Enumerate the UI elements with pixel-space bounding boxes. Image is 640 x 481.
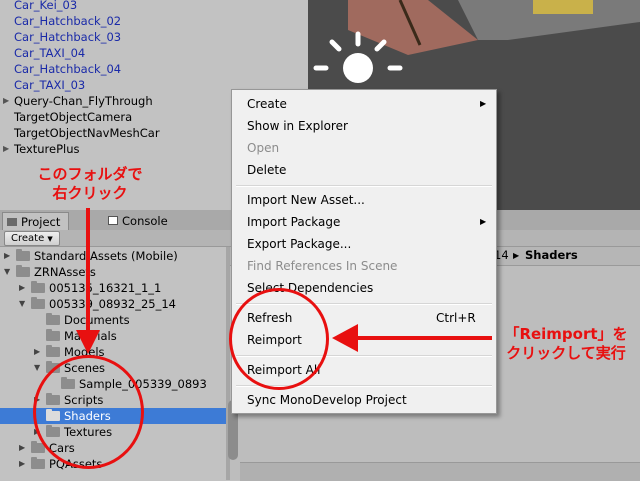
hierarchy-item[interactable]: TargetObjectNavMeshCar: [14, 125, 160, 141]
annotation-line: クリックして実行: [506, 344, 626, 362]
folder-icon: [7, 218, 17, 226]
hierarchy-item[interactable]: TargetObjectCamera: [14, 109, 132, 125]
breadcrumb-current[interactable]: Shaders: [525, 248, 578, 262]
breadcrumb-separator-icon: ▶: [513, 251, 520, 260]
menu-item-export-package[interactable]: Export Package...: [247, 234, 351, 254]
folder-icon: [46, 345, 60, 357]
folder-icon: [31, 281, 45, 293]
annotation-line: このフォルダで: [37, 165, 143, 183]
menu-item-delete[interactable]: Delete: [247, 160, 286, 180]
tab-console-label: Console: [122, 214, 168, 228]
menu-item-find-references: Find References In Scene: [247, 259, 398, 273]
menu-item-show-in-explorer[interactable]: Show in Explorer: [247, 116, 348, 136]
tree-row[interactable]: ▼ ZRNAssets: [0, 264, 226, 280]
expand-arrow-icon[interactable]: ▶: [19, 440, 25, 456]
tree-row[interactable]: ▶ Models: [0, 344, 226, 360]
refresh-shortcut: Ctrl+R: [436, 311, 476, 325]
annotation-reimport-note: 「Reimport」を クリックして実行: [494, 325, 638, 363]
expand-arrow-icon[interactable]: ▶: [34, 344, 40, 360]
folder-icon: [31, 457, 45, 469]
car-shape: [533, 0, 593, 14]
tree-row[interactable]: ▼ 005339_08932_25_14: [0, 296, 226, 312]
annotation-right-click-note: このフォルダで 右クリック: [22, 165, 158, 203]
hierarchy-item[interactable]: Car_Hatchback_03: [14, 29, 121, 45]
menu-item-import-new-asset[interactable]: Import New Asset...: [247, 190, 365, 210]
tab-project-label: Project: [21, 215, 61, 229]
menu-separator: [236, 185, 492, 187]
bottom-status-bar: [240, 462, 640, 481]
tree-row[interactable]: ▶ 005135_16321_1_1: [0, 280, 226, 296]
menu-item-open: Open: [247, 141, 280, 155]
tab-console[interactable]: Console: [104, 212, 176, 230]
tree-row-label: 005339_08932_25_14: [49, 297, 176, 311]
tree-row[interactable]: Materials: [0, 328, 226, 344]
tree-row-label: Standard Assets (Mobile): [34, 249, 178, 263]
folder-icon: [46, 329, 60, 341]
expand-arrow-icon[interactable]: ▶: [19, 280, 25, 296]
folder-icon: [16, 249, 30, 261]
create-button-label: Create: [11, 233, 45, 244]
hierarchy-item[interactable]: Car_TAXI_03: [14, 77, 85, 93]
submenu-arrow-icon: ▶: [480, 217, 487, 226]
tree-row[interactable]: Documents: [0, 312, 226, 328]
annotation-line: 「Reimport」を: [504, 325, 628, 343]
tree-row-label: ZRNAssets: [34, 265, 96, 279]
hierarchy-item[interactable]: Car_TAXI_04: [14, 45, 85, 61]
folder-icon: [46, 313, 60, 325]
expand-arrow-icon[interactable]: ▶: [3, 141, 9, 157]
tree-row[interactable]: ▶ Standard Assets (Mobile): [0, 248, 226, 264]
collapse-arrow-icon[interactable]: ▼: [34, 360, 40, 376]
expand-arrow-icon[interactable]: ▶: [19, 456, 25, 472]
folder-icon: [16, 265, 30, 277]
menu-item-import-package[interactable]: Import Package: [247, 212, 340, 232]
hierarchy-item[interactable]: Car_Hatchback_02: [14, 13, 121, 29]
collapse-arrow-icon[interactable]: ▼: [4, 264, 10, 280]
collapse-arrow-icon[interactable]: ▼: [19, 296, 25, 312]
tree-row-label: Documents: [64, 313, 130, 327]
menu-item-create[interactable]: Create: [247, 94, 287, 114]
tree-row-label: 005135_16321_1_1: [49, 281, 162, 295]
hierarchy-item[interactable]: Car_Kei_03: [14, 0, 77, 13]
expand-arrow-icon[interactable]: ▶: [4, 248, 10, 264]
dropdown-arrow-icon: ▼: [47, 235, 53, 243]
hierarchy-item[interactable]: Car_Hatchback_04: [14, 61, 121, 77]
hierarchy-item-label: TexturePlus: [14, 142, 80, 156]
folder-icon: [31, 297, 45, 309]
menu-item-sync-monodevelop[interactable]: Sync MonoDevelop Project: [247, 390, 407, 410]
create-dropdown-button[interactable]: Create ▼: [4, 231, 60, 246]
tab-project[interactable]: Project: [2, 212, 70, 231]
expand-arrow-icon[interactable]: ▶: [3, 93, 9, 109]
tree-row-label: Materials: [64, 329, 117, 343]
submenu-arrow-icon: ▶: [480, 99, 487, 108]
highlight-circle-shaders: [33, 355, 144, 469]
annotation-line: 右クリック: [52, 184, 128, 202]
hierarchy-item[interactable]: ▶ Query-Chan_FlyThrough: [3, 93, 153, 109]
hierarchy-item[interactable]: ▶ TexturePlus: [3, 141, 80, 157]
highlight-circle-reimport: [229, 288, 329, 390]
console-icon: [108, 216, 118, 225]
hierarchy-item-label: Query-Chan_FlyThrough: [14, 94, 153, 108]
